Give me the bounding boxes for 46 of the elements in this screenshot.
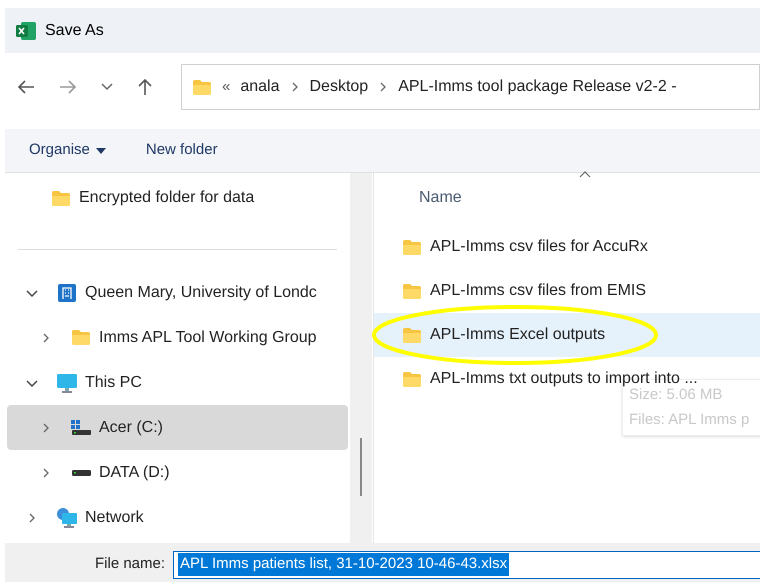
folder-icon — [402, 238, 422, 256]
dropdown-triangle-icon — [96, 148, 106, 154]
chevron-right-icon — [378, 82, 388, 92]
breadcrumb[interactable]: anala — [240, 75, 280, 99]
drive-icon — [69, 468, 93, 478]
chevron-down-icon[interactable] — [101, 83, 113, 91]
column-header[interactable]: Name — [419, 186, 462, 210]
address-bar[interactable]: « anala Desktop APL-Imms tool package Release v2-2 - — [181, 64, 760, 110]
system-drive-icon — [69, 418, 93, 436]
nav-item[interactable]: This PC — [7, 360, 348, 405]
chevron-down-icon[interactable] — [25, 378, 39, 388]
folder-icon — [402, 326, 422, 344]
folder-icon — [51, 190, 71, 206]
nav-item[interactable]: Queen Mary, University of Londc — [7, 270, 348, 315]
network-icon — [55, 506, 79, 528]
up-arrow-icon[interactable] — [137, 78, 153, 96]
chevron-down-icon[interactable] — [25, 288, 39, 298]
breadcrumb[interactable]: Desktop — [310, 75, 368, 99]
organise-button[interactable]: Organise — [29, 139, 106, 162]
file-row[interactable]: APL-Imms csv files from EMIS — [374, 269, 760, 313]
window-title: Save As — [45, 20, 104, 40]
scrollbar-thumb[interactable] — [360, 438, 362, 496]
folder-icon — [69, 329, 93, 346]
folder-icon — [192, 78, 212, 96]
file-name-field[interactable]: APL Imms patients list, 31-10-2023 10-46-43.xlsx — [173, 550, 760, 578]
file-row[interactable]: APL-Imms Excel outputs — [374, 313, 760, 357]
nav-item[interactable]: Imms APL Tool Working Group — [7, 315, 348, 360]
spreadsheet-app-icon — [15, 20, 37, 40]
folder-icon — [402, 282, 422, 300]
monitor-icon — [55, 372, 79, 394]
nav-item[interactable]: Encrypted folder for data — [5, 185, 350, 211]
nav-item[interactable]: Network — [7, 495, 348, 540]
back-arrow-icon[interactable] — [17, 79, 35, 95]
folder-icon — [402, 370, 422, 388]
breadcrumb[interactable]: APL-Imms tool package Release v2-2 - — [398, 75, 677, 99]
scrollbar[interactable] — [350, 173, 372, 543]
sort-caret-icon — [579, 171, 591, 178]
nav-item[interactable]: DATA (D:) — [7, 450, 348, 495]
new-folder-button[interactable]: New folder — [146, 139, 218, 162]
overflow-chevron[interactable]: « — [222, 76, 230, 98]
forward-arrow-icon[interactable] — [59, 79, 77, 95]
nav-item[interactable]: Acer (C:) — [7, 405, 348, 450]
building-icon — [55, 282, 79, 302]
chevron-right-icon — [290, 82, 300, 92]
file-row[interactable]: APL-Imms csv files for AccuRx — [374, 225, 760, 269]
file-name-label: File name: — [95, 554, 166, 574]
